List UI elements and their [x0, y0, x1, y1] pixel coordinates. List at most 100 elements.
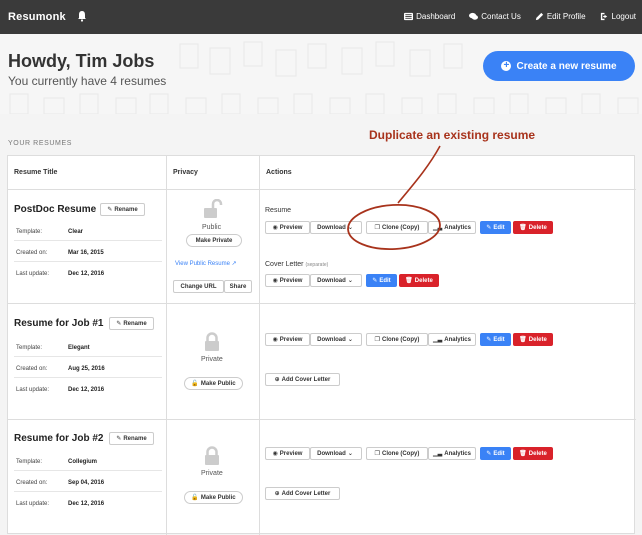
view-public-resume-link[interactable]: View Public Resume ↗ — [175, 260, 237, 267]
make-private-button[interactable]: Make Private — [186, 234, 242, 247]
make-public-label: Make Public — [200, 380, 236, 387]
analytics-button[interactable]: ▁▃ Analytics — [428, 333, 476, 346]
download-label: Download — [317, 450, 346, 457]
column-divider — [166, 156, 167, 535]
analytics-label: Analytics — [444, 336, 471, 343]
brand-logo[interactable]: Resumonk — [8, 11, 66, 23]
clone-label: Clone (Copy) — [382, 336, 420, 343]
template-key: Template: — [16, 229, 43, 235]
page-title: Howdy, Tim Jobs — [8, 51, 155, 71]
delete-button[interactable]: 🗑 Delete — [513, 221, 553, 234]
preview-label: Preview — [279, 277, 303, 284]
add-cover-letter-button[interactable]: ⊕ Add Cover Letter — [265, 487, 340, 500]
lock-icon — [205, 332, 219, 351]
edit-button[interactable]: ✎ Edit — [480, 333, 511, 346]
eye-icon: ◉ — [272, 337, 278, 343]
header-resume-title: Resume Title — [14, 169, 58, 176]
share-button[interactable]: Share — [224, 280, 252, 293]
delete-label: Delete — [528, 450, 547, 457]
plus-circle-icon: ⊕ — [274, 491, 280, 497]
template-key: Template: — [16, 459, 43, 465]
plus-circle-icon: ⊕ — [274, 377, 280, 383]
rename-button[interactable]: ✎ Rename — [100, 203, 145, 216]
download-label: Download — [317, 277, 346, 284]
download-label: Download — [317, 224, 346, 231]
updated-value: Dec 12, 2016 — [68, 387, 105, 393]
privacy-status: Private — [201, 470, 223, 477]
template-value: Collegium — [68, 459, 98, 465]
cover-preview-button[interactable]: ◉ Preview — [265, 274, 310, 287]
make-public-button[interactable]: 🔓 Make Public — [184, 377, 243, 390]
analytics-button[interactable]: ▁▃ Analytics — [428, 221, 476, 234]
logout-icon — [600, 12, 607, 21]
resume-title: Resume for Job #2 — [14, 433, 104, 444]
preview-button[interactable]: ◉ Preview — [265, 333, 310, 346]
analytics-label: Analytics — [444, 224, 471, 231]
make-public-label: Make Public — [200, 494, 236, 501]
eye-icon: ◉ — [272, 278, 278, 284]
unlock-icon: 🔓 — [191, 381, 199, 387]
preview-button[interactable]: ◉ Preview — [265, 447, 310, 460]
rename-button[interactable]: ✎ Rename — [109, 317, 154, 330]
nav-dashboard[interactable]: Dashboard — [404, 12, 455, 21]
resumes-table: Resume Title Privacy Actions PostDoc Res… — [7, 155, 636, 535]
view-public-label: View Public Resume — [175, 261, 230, 267]
header-actions: Actions — [266, 169, 292, 176]
annotation-text: Duplicate an existing resume — [369, 128, 536, 142]
edit-button[interactable]: ✎ Edit — [480, 221, 511, 234]
template-value: Elegant — [68, 345, 90, 351]
nav-edit-profile[interactable]: Edit Profile — [535, 12, 586, 21]
cover-download-dropdown[interactable]: Download ⌄ — [310, 274, 362, 287]
add-cover-letter-button[interactable]: ⊕ Add Cover Letter — [265, 373, 340, 386]
change-url-button[interactable]: Change URL — [173, 280, 224, 293]
trash-icon: 🗑 — [405, 278, 413, 284]
pencil-icon: ✎ — [486, 337, 492, 343]
cover-edit-button[interactable]: ✎ Edit — [366, 274, 397, 287]
clone-label: Clone (Copy) — [382, 450, 420, 457]
nav-contact[interactable]: Contact Us — [469, 12, 521, 21]
divider — [14, 240, 162, 241]
privacy-status: Private — [201, 356, 223, 363]
edit-label: Edit — [379, 277, 391, 284]
analytics-button[interactable]: ▁▃ Analytics — [428, 447, 476, 460]
chevron-down-icon: ⌄ — [347, 278, 353, 284]
preview-label: Preview — [279, 224, 303, 231]
chart-icon: ▁▃ — [433, 451, 443, 457]
preview-button[interactable]: ◉ Preview — [265, 221, 310, 234]
clone-button[interactable]: ❐ Clone (Copy) — [366, 333, 428, 346]
chart-icon: ▁▃ — [433, 337, 443, 343]
download-dropdown[interactable]: Download ⌄ — [310, 447, 362, 460]
chart-icon: ▁▃ — [433, 225, 443, 231]
edit-button[interactable]: ✎ Edit — [480, 447, 511, 460]
template-value: Clear — [68, 229, 84, 235]
delete-button[interactable]: 🗑 Delete — [513, 333, 553, 346]
created-key: Created on: — [16, 480, 48, 486]
nav-logout-label: Logout — [611, 12, 636, 21]
create-resume-button[interactable]: + Create a new resume — [483, 51, 635, 81]
nav-logout[interactable]: Logout — [600, 12, 636, 21]
nav-links: Dashboard Contact Us Edit Profile Logout — [390, 12, 636, 21]
clone-button[interactable]: ❐ Clone (Copy) — [366, 447, 428, 460]
pencil-icon: ✎ — [116, 321, 122, 327]
download-dropdown[interactable]: Download ⌄ — [310, 333, 362, 346]
clone-button[interactable]: ❐ Clone (Copy) — [366, 221, 428, 234]
row-divider — [8, 419, 636, 420]
pencil-icon: ✎ — [107, 207, 113, 213]
download-dropdown[interactable]: Download ⌄ — [310, 221, 362, 234]
cover-letter-text: Cover Letter — [265, 261, 304, 268]
copy-icon: ❐ — [374, 337, 381, 343]
cover-delete-button[interactable]: 🗑 Delete — [399, 274, 439, 287]
chevron-down-icon: ⌄ — [347, 337, 353, 343]
pencil-icon — [535, 12, 543, 21]
chevron-down-icon: ⌄ — [347, 451, 353, 457]
updated-key: Last update: — [16, 387, 50, 393]
bell-icon[interactable] — [77, 10, 87, 22]
created-key: Created on: — [16, 250, 48, 256]
separate-note: (separate) — [305, 262, 329, 268]
delete-button[interactable]: 🗑 Delete — [513, 447, 553, 460]
delete-label: Delete — [528, 336, 547, 343]
rename-button[interactable]: ✎ Rename — [109, 432, 154, 445]
welcome-banner: Howdy, Tim Jobs You currently have 4 res… — [0, 34, 642, 114]
plus-icon: + — [501, 61, 512, 71]
make-public-button[interactable]: 🔓 Make Public — [184, 491, 243, 504]
